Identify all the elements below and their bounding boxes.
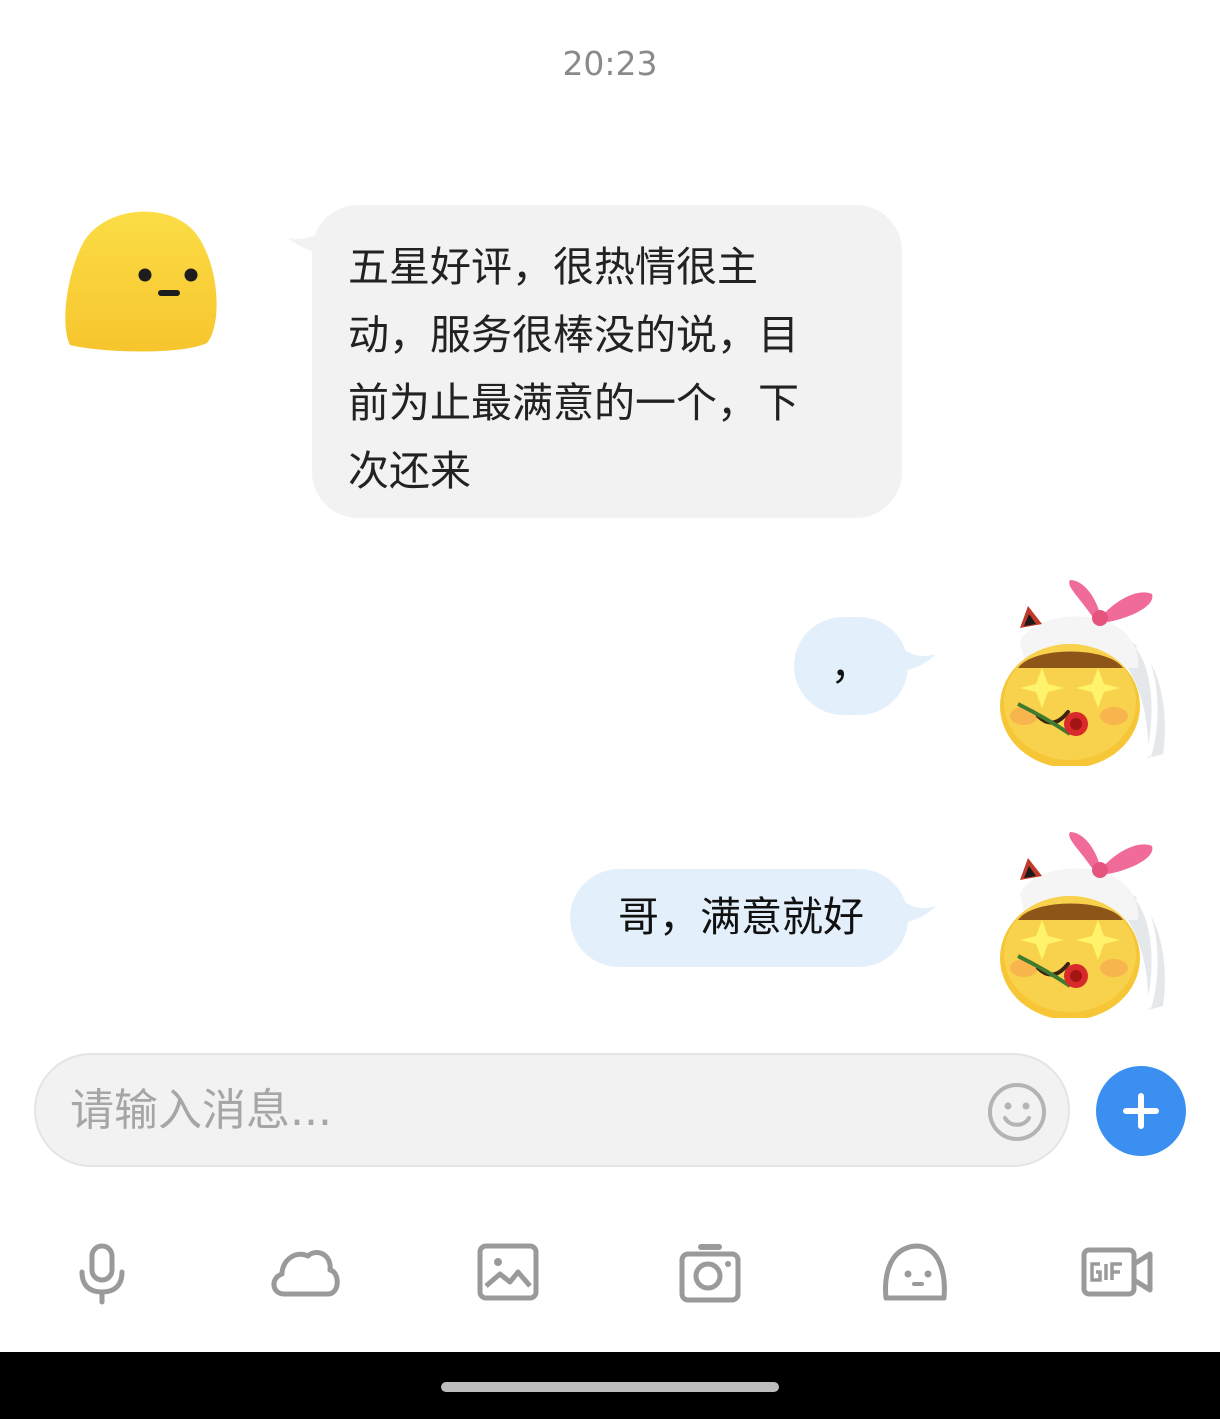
contact-avatar[interactable]: [62, 205, 220, 353]
camera-icon[interactable]: [672, 1238, 748, 1306]
incoming-message-bubble[interactable]: 五星好评，很热情很主 动，服务很棒没的说，目 前为止最满意的一个，下 次还来: [312, 205, 902, 518]
home-indicator[interactable]: [441, 1382, 779, 1392]
message-line: 五星好评，很热情很主: [348, 243, 758, 291]
microphone-icon[interactable]: [64, 1238, 140, 1306]
message-line: 动，服务很棒没的说，目: [348, 311, 799, 359]
add-attachment-button[interactable]: [1096, 1066, 1186, 1156]
outgoing-message-bubble[interactable]: ，: [794, 617, 908, 715]
message-timestamp: 20:23: [562, 44, 658, 83]
cat-ribbon-star-eyes-icon: [1000, 580, 1165, 768]
self-avatar[interactable]: [998, 828, 1168, 1020]
plus-icon: [1123, 1093, 1159, 1129]
chat-screen: 20:23 五星好评，很热情很主 动，服务很棒没的说，目 前为止最满意的一个，下…: [0, 0, 1220, 1419]
sticker-face-icon[interactable]: [876, 1238, 952, 1306]
yellow-blob-neutral-icon: [65, 211, 217, 352]
emoji-icon[interactable]: [986, 1081, 1048, 1143]
message-line: 次还来: [348, 447, 471, 495]
image-icon[interactable]: [470, 1238, 546, 1306]
system-nav-bar: [0, 1352, 1220, 1419]
gif-icon[interactable]: [1078, 1238, 1154, 1306]
cloud-icon[interactable]: [266, 1238, 342, 1306]
message-line: 前为止最满意的一个，下: [348, 379, 799, 427]
message-composer: [34, 1053, 1070, 1167]
self-avatar[interactable]: [998, 576, 1168, 768]
message-input[interactable]: [70, 1055, 970, 1165]
outgoing-message-bubble[interactable]: 哥，满意就好: [570, 869, 908, 967]
cat-ribbon-star-eyes-icon: [1000, 832, 1165, 1020]
